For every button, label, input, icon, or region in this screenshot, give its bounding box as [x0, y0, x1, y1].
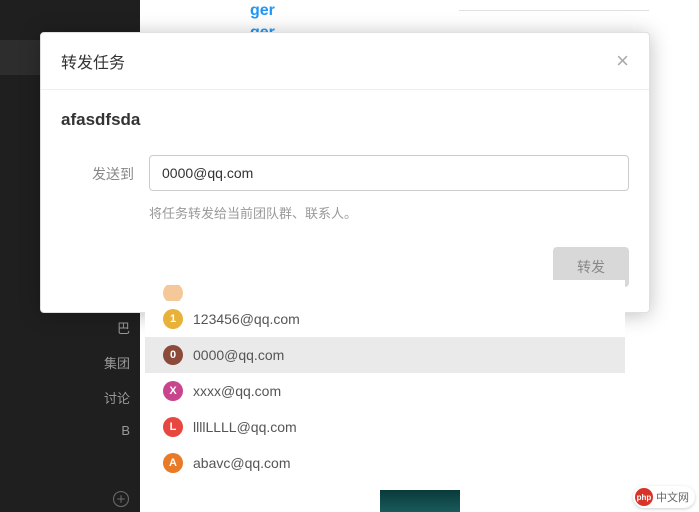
modal-body: afasdfsda 发送到 将任务转发给当前团队群、联系人。 转发 — [41, 90, 649, 312]
avatar-icon: A — [163, 453, 183, 473]
avatar-icon: 1 — [163, 309, 183, 329]
recipient-input[interactable] — [149, 155, 629, 191]
dropdown-item[interactable]: X xxxx@qq.com — [145, 373, 625, 409]
avatar-icon: X — [163, 381, 183, 401]
sidebar-item[interactable]: 集团 — [0, 345, 140, 380]
contact-label: 123456@qq.com — [193, 311, 300, 327]
send-to-row: 发送到 将任务转发给当前团队群、联系人。 — [61, 155, 629, 222]
avatar-icon: L — [163, 417, 183, 437]
dropdown-item[interactable]: L llllLLLL@qq.com — [145, 409, 625, 445]
close-icon[interactable]: × — [616, 48, 629, 74]
dropdown-item[interactable]: 1 123456@qq.com — [145, 301, 625, 337]
avatar-icon: 0 — [163, 345, 183, 365]
add-icon[interactable] — [112, 490, 130, 511]
contact-label: llllLLLL@qq.com — [193, 419, 297, 435]
forward-modal: 转发任务 × afasdfsda 发送到 将任务转发给当前团队群、联系人。 转发 — [40, 32, 650, 313]
dropdown-item[interactable]: 0 0000@qq.com — [145, 337, 625, 373]
form-field: 将任务转发给当前团队群、联系人。 — [149, 155, 629, 222]
watermark: php 中文网 — [633, 486, 695, 508]
thumbnail — [380, 490, 460, 512]
contact-label: xxxx@qq.com — [193, 383, 281, 399]
watermark-text: 中文网 — [656, 489, 689, 505]
sidebar-item[interactable]: B — [0, 415, 140, 446]
php-icon: php — [635, 488, 653, 506]
modal-header: 转发任务 × — [41, 33, 649, 90]
contact-label: 0000@qq.com — [193, 347, 284, 363]
contact-dropdown: 1 123456@qq.com 0 0000@qq.com X xxxx@qq.… — [145, 280, 625, 481]
send-to-label: 发送到 — [61, 155, 149, 184]
contact-label: abavc@qq.com — [193, 455, 290, 471]
task-name: afasdfsda — [61, 110, 629, 130]
link[interactable]: ger — [250, 0, 699, 22]
dropdown-item[interactable] — [145, 285, 625, 301]
divider — [459, 10, 649, 11]
dropdown-item[interactable]: A abavc@qq.com — [145, 445, 625, 481]
form-hint: 将任务转发给当前团队群、联系人。 — [149, 203, 629, 222]
sidebar-item[interactable]: 巴 — [0, 310, 140, 345]
modal-title: 转发任务 — [61, 49, 125, 73]
sidebar-item[interactable]: 讨论 — [0, 380, 140, 415]
avatar-icon — [163, 285, 183, 301]
